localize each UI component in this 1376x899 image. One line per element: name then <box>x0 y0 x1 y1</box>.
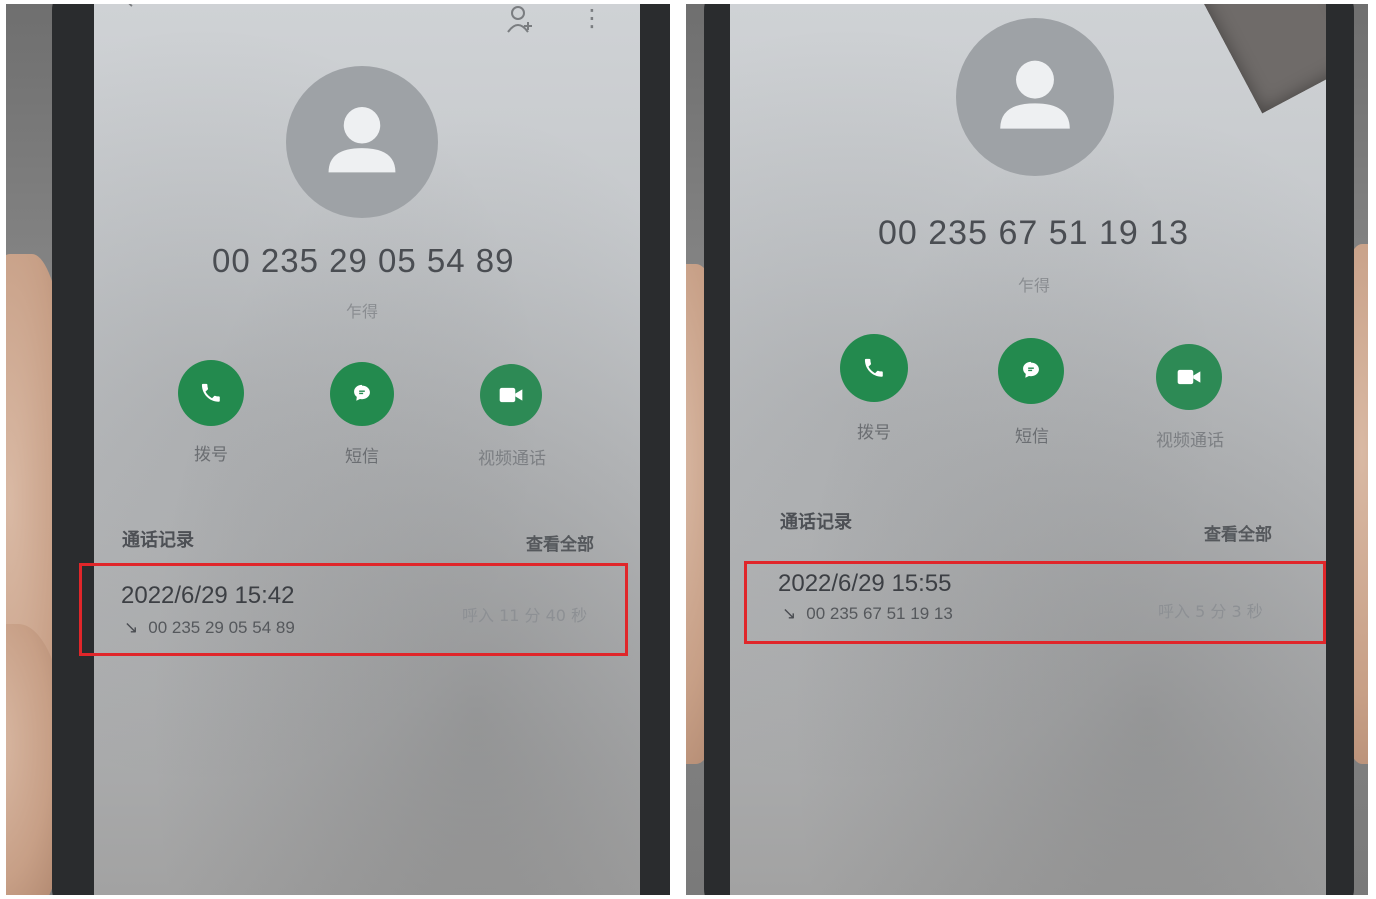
phone-body: 00 235 67 51 19 13 乍得 拨号 短信 视频通话 通话记录 查看… <box>704 4 1354 895</box>
video-call-icon <box>499 387 523 403</box>
message-icon <box>1023 361 1039 378</box>
call-label: 拨号 <box>857 423 891 443</box>
add-contact-icon[interactable] <box>506 4 536 40</box>
phone-number: 00 235 29 05 54 89 <box>212 242 515 279</box>
back-arrow-icon[interactable]: ← <box>126 4 144 15</box>
phone-icon <box>201 383 220 402</box>
phone-number: 00 235 67 51 19 13 <box>878 214 1190 252</box>
view-all-link[interactable]: 查看全部 <box>1204 520 1272 545</box>
sticker <box>1191 4 1326 114</box>
message-icon <box>354 384 370 401</box>
video-call-icon <box>1177 369 1201 385</box>
call-log-title: 通话记录 <box>122 530 194 551</box>
phone-screen: 00 235 67 51 19 13 乍得 拨号 短信 视频通话 通话记录 查看… <box>730 4 1326 895</box>
video-call-button[interactable] <box>1156 344 1222 410</box>
phone-screen: ← ⋮ 00 235 29 05 54 89 乍得 拨号 短信 视频通话 <box>94 4 640 895</box>
message-label: 短信 <box>345 447 379 467</box>
more-vert-icon[interactable]: ⋮ <box>580 4 604 32</box>
location-label: 乍得 <box>1018 276 1051 295</box>
left-photo: ← ⋮ 00 235 29 05 54 89 乍得 拨号 短信 视频通话 <box>6 4 670 895</box>
video-call-button[interactable] <box>480 364 542 426</box>
contact-avatar <box>286 66 438 218</box>
call-record-highlight[interactable] <box>79 563 628 656</box>
phone-icon <box>864 358 883 377</box>
video-call-label: 视频通话 <box>1156 431 1224 451</box>
call-button[interactable] <box>178 360 244 426</box>
call-record-highlight[interactable] <box>744 561 1326 644</box>
contact-avatar <box>956 18 1114 176</box>
call-log-title: 通话记录 <box>780 512 852 533</box>
right-photo: 00 235 67 51 19 13 乍得 拨号 短信 视频通话 通话记录 查看… <box>686 4 1368 895</box>
view-all-link[interactable]: 查看全部 <box>526 530 594 555</box>
location-label: 乍得 <box>346 302 379 321</box>
message-button[interactable] <box>998 338 1064 404</box>
video-call-label: 视频通话 <box>478 449 546 469</box>
call-label: 拨号 <box>194 445 228 465</box>
call-button[interactable] <box>840 334 908 402</box>
phone-body: ← ⋮ 00 235 29 05 54 89 乍得 拨号 短信 视频通话 <box>52 4 670 895</box>
message-label: 短信 <box>1015 427 1049 447</box>
message-button[interactable] <box>330 362 394 426</box>
